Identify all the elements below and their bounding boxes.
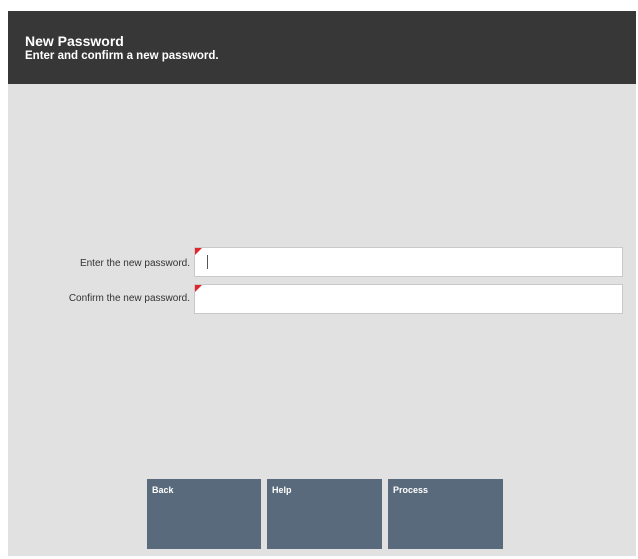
process-button-label: Process — [393, 485, 429, 495]
page-subtitle: Enter and confirm a new password. — [25, 50, 219, 62]
page-title: New Password — [25, 33, 124, 49]
confirm-password-label: Confirm the new password. — [68, 293, 190, 304]
new-password-field[interactable] — [194, 247, 623, 277]
header-bar: New Password Enter and confirm a new pas… — [8, 11, 636, 84]
help-button-label: Help — [272, 485, 292, 495]
process-button[interactable]: Process — [388, 479, 503, 549]
screen-panel: New Password Enter and confirm a new pas… — [8, 11, 636, 556]
new-password-label: Enter the new password. — [79, 258, 190, 269]
help-button[interactable]: Help — [267, 479, 382, 549]
new-password-input[interactable] — [195, 248, 622, 276]
back-button[interactable]: Back — [147, 479, 261, 549]
back-button-label: Back — [152, 485, 174, 495]
confirm-password-field[interactable] — [194, 284, 623, 314]
confirm-password-input[interactable] — [195, 285, 622, 313]
